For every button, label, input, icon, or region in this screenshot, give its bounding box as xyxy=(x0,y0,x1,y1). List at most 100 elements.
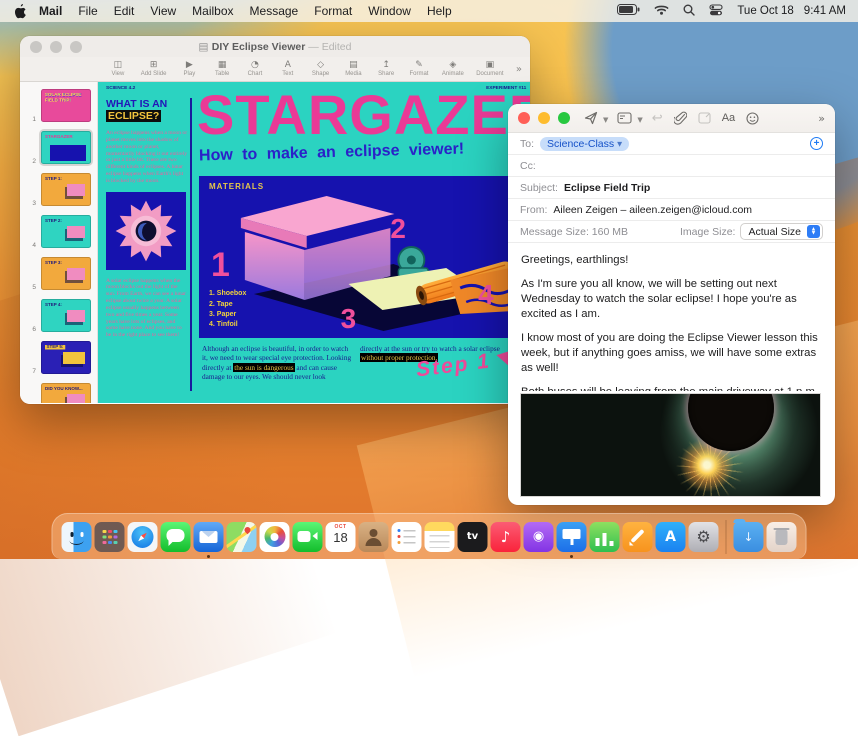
image-size-select[interactable]: Actual Size ▲▼ xyxy=(740,223,823,240)
apple-menu-icon[interactable] xyxy=(14,4,27,19)
zoom-button[interactable] xyxy=(558,112,570,124)
slide-thumbnail-3[interactable]: 3STEP 1: xyxy=(20,171,97,208)
to-label: To: xyxy=(520,138,534,150)
keynote-tool-document[interactable]: ▣Document xyxy=(477,61,503,78)
keynote-tool-play[interactable]: ▶Play xyxy=(179,61,199,78)
running-indicator xyxy=(207,555,210,558)
dock-downloads-icon[interactable]: ↓ xyxy=(734,522,764,552)
menu-window[interactable]: Window xyxy=(368,4,411,18)
dock: OCT18 tv♪◉ A⚙ ↓ xyxy=(52,513,807,559)
control-center-icon[interactable] xyxy=(709,4,723,19)
dock-separator xyxy=(726,520,727,554)
emoji-button[interactable] xyxy=(746,112,759,125)
slide-kicker-left: SCIENCE 4.2 xyxy=(106,86,135,91)
wifi-icon[interactable] xyxy=(654,4,669,18)
send-button[interactable] xyxy=(584,111,598,125)
keynote-tool-media[interactable]: ▤Media xyxy=(343,61,363,78)
svg-text:4: 4 xyxy=(478,279,494,310)
keynote-titlebar[interactable]: ▤ DIY Eclipse Viewer — Edited xyxy=(20,36,530,57)
slide-thumbnail-5[interactable]: 5STEP 3: xyxy=(20,255,97,292)
dock-tv-icon[interactable]: tv xyxy=(458,522,488,552)
dock-launchpad-icon[interactable] xyxy=(95,522,125,552)
keynote-toolbar: » ◫View ⊞Add Slide ▶Play ▦Table ◔Chart AText ◇… xyxy=(20,57,530,82)
dock-reminders-icon[interactable] xyxy=(392,522,422,552)
keynote-tool-format[interactable]: ✎Format xyxy=(409,61,429,78)
subject-field[interactable]: Subject: Eclipse Field Trip xyxy=(508,177,835,199)
menu-edit[interactable]: Edit xyxy=(114,4,135,18)
toolbar-overflow-icon[interactable]: » xyxy=(818,112,825,125)
slide-thumbnail-1[interactable]: 1SOLAR ECLIPSE FIELD TRIP! xyxy=(20,87,97,124)
slide-thumbnail-8[interactable]: 8DID YOU KNOW... xyxy=(20,381,97,403)
dock-finder-icon[interactable] xyxy=(62,522,92,552)
close-button[interactable] xyxy=(518,112,530,124)
email-body[interactable]: Greetings, earthlings!As I'm sure you al… xyxy=(508,243,835,391)
menu-format[interactable]: Format xyxy=(314,4,352,18)
recipient-token[interactable]: Science-Class▼ xyxy=(540,137,629,151)
menu-file[interactable]: File xyxy=(78,4,97,18)
keynote-tool-share[interactable]: ↥Share xyxy=(376,61,396,78)
cc-field[interactable]: Cc: xyxy=(508,155,835,177)
slide-divider xyxy=(190,98,192,391)
table-icon: ▦ xyxy=(218,61,227,70)
subject-value: Eclipse Field Trip xyxy=(564,182,650,194)
toolbar-overflow-icon[interactable]: » xyxy=(516,64,522,75)
eclipse-attachment-image[interactable] xyxy=(520,393,821,497)
dock-music-icon[interactable]: ♪ xyxy=(491,522,521,552)
dock-notes-icon[interactable] xyxy=(425,522,455,552)
menu-bar-clock[interactable]: Tue Oct 18 9:41 AM xyxy=(737,5,846,17)
document-icon: ▣ xyxy=(486,61,495,70)
slide-thumbnail-6[interactable]: 6STEP 4: xyxy=(20,297,97,334)
reply-icon: ↩ xyxy=(652,111,663,126)
keynote-tool-chart[interactable]: ◔Chart xyxy=(245,61,265,78)
slide-canvas[interactable]: SCIENCE 4.2 EXPERIMENT #11 WHAT IS AN EC… xyxy=(98,82,530,403)
dock-maps-icon[interactable] xyxy=(227,522,257,552)
slide-thumbnail-4[interactable]: 4STEP 2: xyxy=(20,213,97,250)
email-paragraph: As I'm sure you all know, we will be set… xyxy=(521,277,822,322)
dock-numbers-icon[interactable] xyxy=(590,522,620,552)
dock-mail-icon[interactable] xyxy=(194,522,224,552)
message-size-label: Message Size: 160 MB xyxy=(520,226,628,238)
keynote-tool-text[interactable]: AText xyxy=(278,61,298,78)
dock-safari-icon[interactable] xyxy=(128,522,158,552)
dock-messages-icon[interactable] xyxy=(161,522,191,552)
format-button[interactable]: Aa xyxy=(722,112,735,124)
dock-settings-icon[interactable]: ⚙ xyxy=(689,522,719,552)
slide-navigator[interactable]: 1SOLAR ECLIPSE FIELD TRIP! 2STARGAZER 3STE… xyxy=(20,82,98,403)
to-field[interactable]: To: Science-Class▼ + xyxy=(508,133,835,155)
dock-contacts-icon[interactable] xyxy=(359,522,389,552)
keynote-tool-view[interactable]: ◫View xyxy=(108,61,128,78)
keynote-tool-shape[interactable]: ◇Shape xyxy=(311,61,331,78)
materials-illustration: 1 2 3 4 xyxy=(199,176,530,338)
slide-thumbnail-2[interactable]: 2STARGAZER xyxy=(20,129,97,166)
dock-trash-icon[interactable] xyxy=(767,522,797,552)
spotlight-search-icon[interactable] xyxy=(683,4,695,19)
subject-label: Subject: xyxy=(520,182,558,194)
add-recipient-button[interactable]: + xyxy=(810,137,823,150)
keynote-tool-add-slide[interactable]: ⊞Add Slide xyxy=(141,61,167,78)
minimize-button[interactable] xyxy=(538,112,550,124)
send-options-chevron-icon[interactable]: ▼ xyxy=(603,116,608,124)
header-fields-button[interactable] xyxy=(617,112,632,124)
menu-message[interactable]: Message xyxy=(250,4,299,18)
attachment-button[interactable] xyxy=(674,111,687,125)
keynote-tool-table[interactable]: ▦Table xyxy=(212,61,232,78)
dock-photos-icon[interactable] xyxy=(260,522,290,552)
menu-app-name[interactable]: Mail xyxy=(39,4,62,18)
dock-appstore-icon[interactable]: A xyxy=(656,522,686,552)
from-field[interactable]: From: Aileen Zeigen – aileen.zeigen@iclo… xyxy=(508,199,835,221)
keynote-tool-animate[interactable]: ◈Animate xyxy=(442,61,464,78)
menu-help[interactable]: Help xyxy=(427,4,452,18)
header-fields-chevron-icon[interactable]: ▼ xyxy=(637,116,642,124)
menu-mailbox[interactable]: Mailbox xyxy=(192,4,233,18)
dock-facetime-icon[interactable] xyxy=(293,522,323,552)
dock-podcasts-icon[interactable]: ◉ xyxy=(524,522,554,552)
dock-keynote-icon[interactable] xyxy=(557,522,587,552)
clock-time: 9:41 AM xyxy=(804,5,846,17)
dock-pages-icon[interactable] xyxy=(623,522,653,552)
dock-calendar-icon[interactable]: OCT18 xyxy=(326,522,356,552)
battery-icon[interactable] xyxy=(617,4,640,18)
document-icon: ▤ xyxy=(199,41,212,53)
email-paragraph: Both buses will be leaving from the main… xyxy=(521,385,822,391)
menu-view[interactable]: View xyxy=(150,4,176,18)
slide-thumbnail-7[interactable]: 7STEP 5: xyxy=(20,339,97,376)
